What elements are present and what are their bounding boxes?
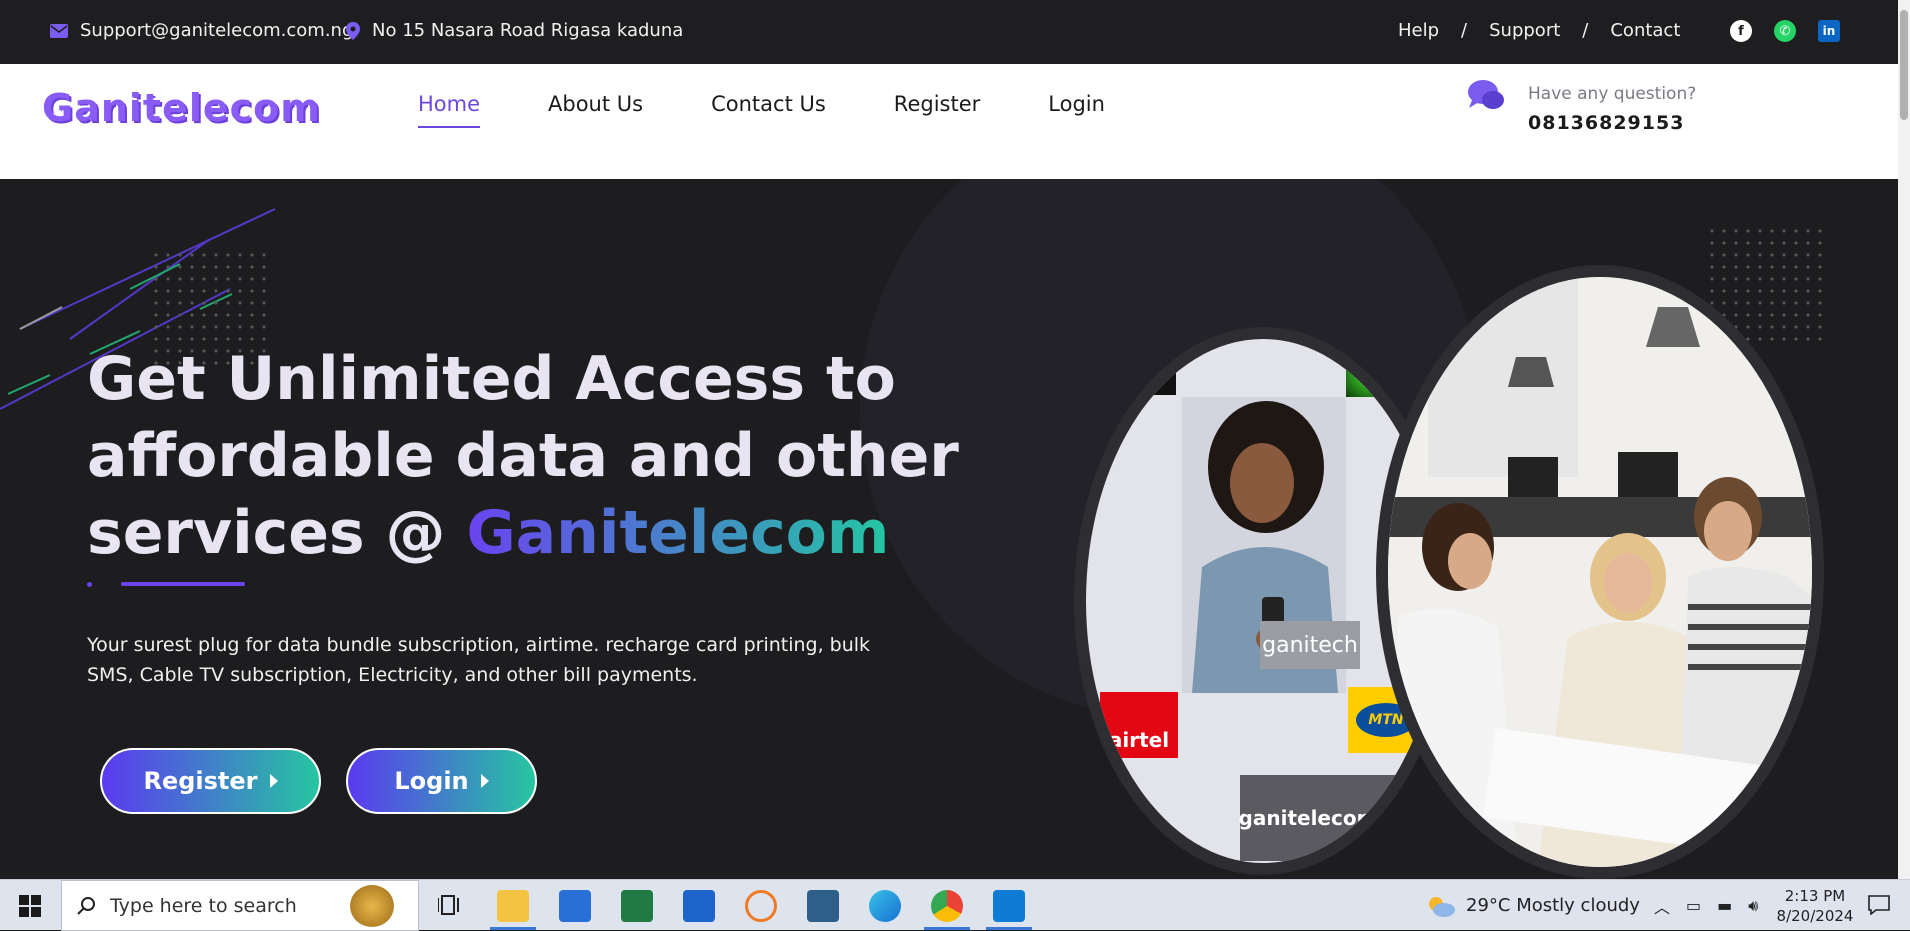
- chevron-up-icon[interactable]: ︿: [1654, 894, 1670, 918]
- address-text: No 15 Nasara Road Rigasa kaduna: [372, 20, 684, 41]
- caret-right-icon: [480, 774, 489, 788]
- page-scrollbar[interactable]: [1898, 0, 1910, 879]
- clock[interactable]: 2:13 PM 8/20/2024: [1770, 886, 1860, 926]
- windows-taskbar: Type here to search 29°C Mostly cloudy ︿…: [0, 879, 1910, 931]
- system-tray-icons: ︿ ▭ ▬ 🔊︎: [1654, 880, 1758, 931]
- ganitech-label: ganitech: [1260, 621, 1360, 669]
- heading-dot: [87, 582, 92, 587]
- help-link[interactable]: Help: [1398, 20, 1439, 41]
- login-button[interactable]: Login: [346, 748, 537, 814]
- register-button-label: Register: [143, 767, 258, 795]
- office-team-image: [1388, 277, 1812, 867]
- nav-item-register[interactable]: Register: [894, 92, 980, 128]
- heading-line-2: affordable data and other: [87, 421, 959, 491]
- vscode-icon[interactable]: [993, 890, 1025, 922]
- notification-icon[interactable]: [1868, 895, 1890, 915]
- file-explorer-icon[interactable]: [497, 890, 529, 922]
- nav-item-login[interactable]: Login: [1048, 92, 1105, 128]
- power-bi-icon[interactable]: [683, 890, 715, 922]
- chat-bubbles-icon: [1468, 80, 1504, 109]
- cloudy-weather-icon: [1429, 896, 1455, 917]
- support-email[interactable]: Support@ganitelecom.com.ng: [50, 20, 353, 41]
- heading-line-3: services @: [87, 498, 467, 568]
- task-view-icon[interactable]: [438, 894, 462, 916]
- hero-description: Your surest plug for data bundle subscri…: [87, 634, 871, 686]
- heading-brand: Ganitelecom: [466, 498, 890, 568]
- contact-link[interactable]: Contact: [1610, 20, 1680, 41]
- facebook-icon[interactable]: f: [1730, 20, 1752, 42]
- windows-start-icon[interactable]: [19, 895, 41, 917]
- site-logo[interactable]: Ganitelecom: [42, 86, 321, 130]
- excel-icon[interactable]: [621, 890, 653, 922]
- support-link[interactable]: Support: [1489, 20, 1560, 41]
- top-links: Help / Support / Contact: [1398, 20, 1680, 41]
- mail-icon[interactable]: [559, 890, 591, 922]
- clock-time: 2:13 PM: [1784, 887, 1846, 905]
- main-navbar: Ganitelecom Home About Us Contact Us Reg…: [0, 64, 1898, 179]
- search-placeholder: Type here to search: [110, 894, 297, 917]
- nav-item-home[interactable]: Home: [418, 92, 481, 128]
- social-links: f ✆ in: [1730, 20, 1840, 42]
- meet-now-icon[interactable]: ▭: [1686, 896, 1701, 915]
- question-label: Have any question?: [1528, 84, 1697, 104]
- edge-browser-icon[interactable]: [869, 890, 901, 922]
- linkedin-icon[interactable]: in: [1818, 20, 1840, 42]
- register-button[interactable]: Register: [100, 748, 321, 814]
- whatsapp-icon[interactable]: ✆: [1774, 20, 1796, 42]
- team-image-oval: [1376, 265, 1824, 879]
- taskbar-search-box[interactable]: Type here to search: [61, 880, 419, 931]
- weather-text: 29°C Mostly cloudy: [1466, 895, 1640, 916]
- phone-number[interactable]: 08136829153: [1528, 112, 1684, 134]
- nav-item-contact-us[interactable]: Contact Us: [711, 92, 826, 128]
- mobile-logo-tile: mobile: [1126, 349, 1176, 395]
- login-button-label: Login: [394, 767, 469, 795]
- site-url-banner: ganitelecom.com: [1239, 775, 1431, 861]
- link-separator: /: [1582, 20, 1589, 41]
- nav-item-about-us[interactable]: About Us: [548, 92, 643, 128]
- link-separator: /: [1461, 20, 1468, 41]
- hero-section: Get Unlimited Access to affordable data …: [0, 179, 1898, 879]
- heading-line-1: Get Unlimited Access to: [87, 344, 896, 414]
- airtel-logo: airtel: [1100, 692, 1178, 758]
- volume-icon[interactable]: 🔊︎: [1748, 896, 1758, 916]
- chrome-browser-icon[interactable]: [931, 890, 963, 922]
- weather-widget[interactable]: 29°C Mostly cloudy: [1426, 880, 1640, 931]
- green-logo-tile: [1346, 349, 1404, 397]
- nav-menu: Home About Us Contact Us Register Login: [418, 92, 1105, 128]
- address: No 15 Nasara Road Rigasa kaduna: [346, 20, 683, 41]
- battery-icon[interactable]: ▬: [1717, 896, 1732, 915]
- envelope-icon: [50, 23, 68, 38]
- email-text: Support@ganitelecom.com.ng: [80, 20, 354, 41]
- hero-heading: Get Unlimited Access to affordable data …: [87, 341, 967, 572]
- clock-date: 8/20/2024: [1776, 907, 1854, 925]
- scrollbar-thumb[interactable]: [1900, 10, 1908, 120]
- top-info-bar: Support@ganitelecom.com.ng No 15 Nasara …: [0, 0, 1898, 64]
- location-pin-icon: [346, 21, 360, 40]
- caret-right-icon: [269, 774, 278, 788]
- heading-underline: [121, 582, 245, 586]
- mysql-workbench-icon[interactable]: [807, 890, 839, 922]
- jupyter-icon[interactable]: [745, 890, 777, 922]
- search-highlight-icon: [350, 885, 394, 927]
- search-icon: [77, 896, 95, 915]
